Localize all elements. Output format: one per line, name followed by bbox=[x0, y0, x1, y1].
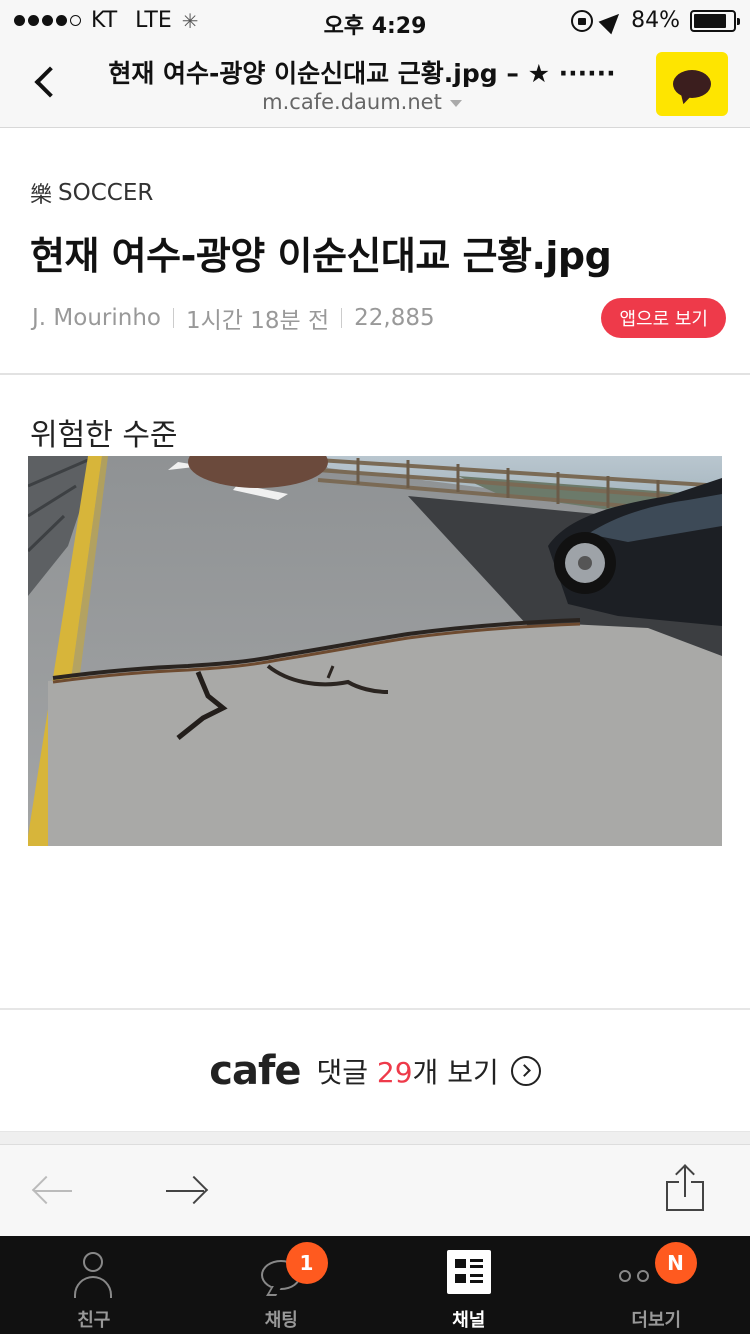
speech-bubble-icon bbox=[673, 70, 711, 98]
tab-friends[interactable]: 친구 bbox=[0, 1236, 188, 1334]
view-count: 22,885 bbox=[354, 305, 435, 331]
comment-suffix: 개 보기 bbox=[412, 1055, 499, 1089]
post-author[interactable]: J. Mourinho bbox=[32, 305, 161, 331]
browser-forward-button[interactable] bbox=[164, 1171, 209, 1211]
post-photo[interactable] bbox=[28, 456, 722, 846]
friend-icon bbox=[72, 1252, 114, 1298]
tab-label: 채팅 bbox=[264, 1310, 298, 1331]
arrow-right-icon bbox=[179, 1175, 209, 1205]
browser-toolbar bbox=[0, 1144, 750, 1236]
tab-label: 채널 bbox=[452, 1310, 486, 1331]
battery-icon bbox=[690, 9, 740, 32]
status-bar: KT LTE ✳ 오후 4:29 84% bbox=[0, 0, 750, 40]
cracked-road-photo bbox=[28, 456, 722, 846]
tab-channel[interactable]: 채널 bbox=[375, 1236, 563, 1334]
divider bbox=[0, 1132, 750, 1144]
unread-badge: 1 bbox=[285, 1242, 328, 1284]
article-header: 樂 SOCCER 현재 여수-광양 이순신대교 근황.jpg J. Mourin… bbox=[0, 129, 750, 375]
page-title: 현재 여수-광양 이순신대교 근황.jpg – ★ ······ bbox=[108, 59, 616, 88]
kakao-share-button[interactable] bbox=[656, 52, 728, 116]
location-arrow-icon bbox=[598, 7, 626, 34]
status-right: 84% bbox=[571, 7, 740, 34]
channel-icon bbox=[447, 1250, 491, 1294]
category-label: SOCCER bbox=[58, 180, 154, 206]
comment-prefix: 댓글 bbox=[316, 1055, 377, 1089]
tab-chats[interactable]: 1 채팅 bbox=[188, 1236, 376, 1334]
post-time: 1시간 18분 전 bbox=[185, 308, 330, 334]
new-badge: N bbox=[654, 1242, 697, 1284]
open-in-app-button[interactable]: 앱으로 보기 bbox=[601, 298, 726, 338]
post-meta: J. Mourinho 1시간 18분 전 22,885 bbox=[32, 301, 435, 335]
category-icon: 樂 bbox=[30, 183, 53, 208]
share-button[interactable] bbox=[664, 1163, 706, 1215]
chevron-right-circle-icon bbox=[510, 1055, 541, 1086]
arrow-left-icon bbox=[31, 1175, 61, 1205]
divider bbox=[341, 308, 343, 328]
tab-label: 친구 bbox=[77, 1310, 111, 1331]
url-text: m.cafe.daum.net bbox=[262, 90, 442, 114]
browser-back-button[interactable] bbox=[31, 1171, 76, 1211]
divider bbox=[172, 308, 174, 328]
tab-bar: 친구 1 채팅 채널 N 더보기 bbox=[0, 1236, 750, 1334]
back-button[interactable] bbox=[24, 60, 68, 104]
chevron-down-icon bbox=[449, 99, 462, 107]
comments-link[interactable]: cafe 댓글 29개 보기 bbox=[0, 1008, 750, 1132]
comment-link-label: 댓글 29개 보기 bbox=[316, 1051, 498, 1091]
post-body-text: 위험한 수준 bbox=[30, 418, 178, 453]
comment-count: 29 bbox=[376, 1055, 413, 1089]
post-title: 현재 여수-광양 이순신대교 근황.jpg bbox=[30, 234, 612, 278]
chevron-left-icon bbox=[34, 66, 66, 98]
cafe-logo: cafe bbox=[209, 1047, 301, 1094]
rotation-lock-icon bbox=[571, 9, 594, 32]
battery-percent: 84% bbox=[631, 8, 680, 33]
tab-more[interactable]: N 더보기 bbox=[563, 1236, 750, 1334]
more-icon bbox=[618, 1270, 649, 1282]
board-category[interactable]: 樂 SOCCER bbox=[30, 177, 153, 209]
url-label[interactable]: m.cafe.daum.net bbox=[92, 90, 632, 114]
navigation-bar: 현재 여수-광양 이순신대교 근황.jpg – ★ ······ m.cafe.… bbox=[0, 40, 750, 128]
tab-label: 더보기 bbox=[631, 1310, 682, 1331]
